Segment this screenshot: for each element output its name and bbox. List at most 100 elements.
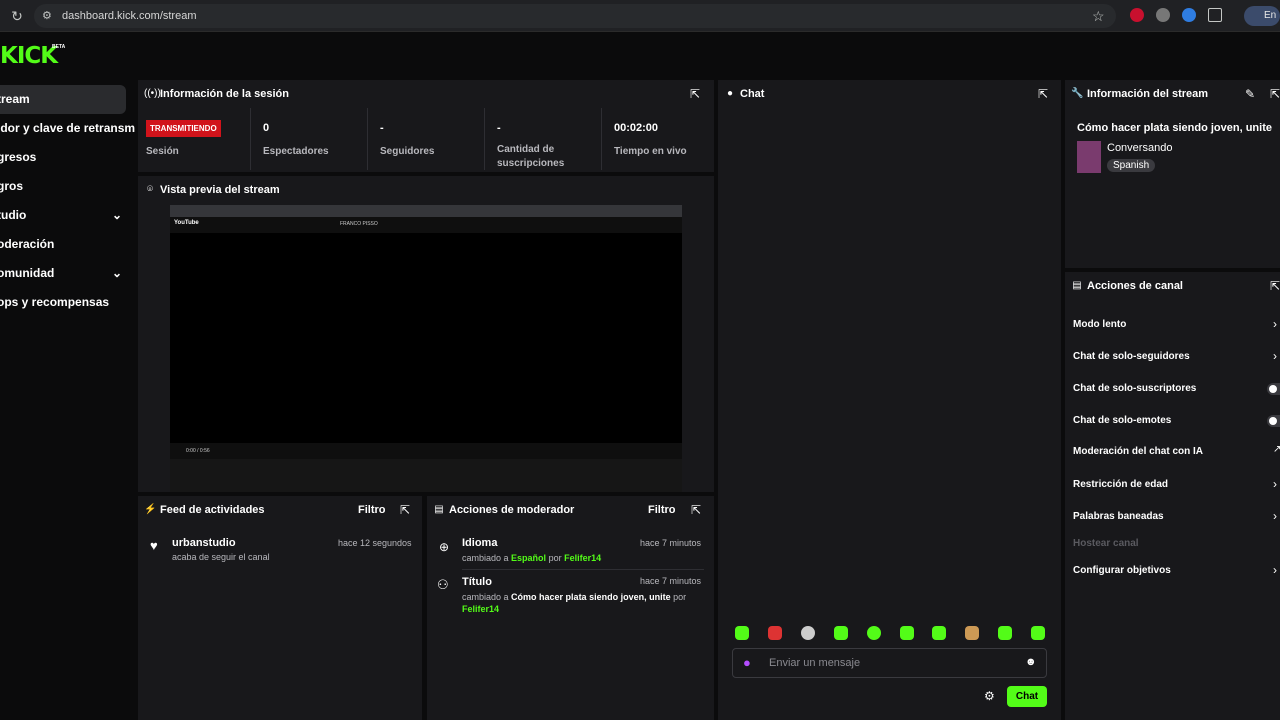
panel-title: Información de la sesión xyxy=(160,88,289,100)
feed-username[interactable]: urbanstudio xyxy=(172,537,236,549)
panel-title: Acciones de moderador xyxy=(449,504,575,516)
clipboard-icon: ▤ xyxy=(1072,280,1082,291)
popout-icon[interactable]: ⇱ xyxy=(1270,87,1280,101)
chat-placeholder: Enviar un mensaje xyxy=(769,657,861,669)
language-tag: Spanish xyxy=(1107,159,1156,172)
stream-preview-video[interactable]: YouTube FRANCO PISSO 0:00 / 0:56 xyxy=(170,205,682,492)
sidebar-item-studio[interactable]: tudio ⌄ xyxy=(0,201,126,230)
action-age-restriction[interactable]: Restricción de edad xyxy=(1073,479,1168,490)
stat-value: 0 xyxy=(263,122,270,134)
emote-icon[interactable] xyxy=(932,626,946,640)
chevron-right-icon[interactable]: › xyxy=(1273,563,1277,577)
emote-icon[interactable] xyxy=(998,626,1012,640)
emote-icon[interactable] xyxy=(735,626,749,640)
sidebar-item-label: idor y clave de retransm xyxy=(0,121,136,135)
live-badge: TRANSMITIENDO xyxy=(146,120,221,137)
stat-label: Tiempo en vivo xyxy=(614,146,687,157)
emote-icon[interactable] xyxy=(867,626,881,640)
profile-label: En xyxy=(1264,10,1277,21)
chevron-right-icon[interactable]: › xyxy=(1273,477,1277,491)
profile-button[interactable]: En xyxy=(1244,6,1280,26)
external-link-icon[interactable]: ↗ xyxy=(1273,444,1280,455)
subscribers-only-toggle[interactable] xyxy=(1267,383,1280,395)
pencil-icon[interactable]: ✎ xyxy=(1245,87,1255,101)
emote-icon[interactable] xyxy=(768,626,782,640)
mod-action-name: Idioma xyxy=(462,537,498,549)
send-chat-button[interactable]: Chat xyxy=(1007,686,1047,707)
moderator-actions-panel: ▤ Acciones de moderador Filtro ⇱ ⊕ Idiom… xyxy=(427,496,714,720)
emote-icon[interactable] xyxy=(834,626,848,640)
preview-icon: ⌾ xyxy=(147,184,153,195)
feed-description: acaba de seguir el canal xyxy=(172,552,270,562)
wrench-icon: 🔧 xyxy=(1071,88,1084,99)
popout-icon[interactable]: ⇱ xyxy=(1038,87,1048,101)
sidebar-item-income[interactable]: gresos xyxy=(0,143,126,172)
action-followers-only[interactable]: Chat de solo-seguidores xyxy=(1073,351,1190,362)
microphone-icon[interactable]: ● xyxy=(743,655,751,670)
gear-icon[interactable]: ⚙ xyxy=(984,689,995,703)
reload-icon[interactable]: ↻ xyxy=(8,7,26,25)
popout-icon[interactable]: ⇱ xyxy=(690,87,700,101)
sidebar-item-community[interactable]: omunidad ⌄ xyxy=(0,259,126,288)
action-banned-words[interactable]: Palabras baneadas xyxy=(1073,511,1164,522)
chat-message-input[interactable]: ● Enviar un mensaje ☻ xyxy=(732,648,1047,678)
sidebar-item-label: gresos xyxy=(0,150,37,164)
detail-user[interactable]: Felifer14 xyxy=(564,553,601,563)
bookmark-star-icon[interactable]: ☆ xyxy=(1092,7,1108,25)
sidebar-item-label: gros xyxy=(0,179,24,193)
address-bar[interactable]: ⚙ dashboard.kick.com/stream ☆ xyxy=(34,4,1116,28)
stream-title: Cómo hacer plata siendo joven, unite xyxy=(1077,122,1272,134)
sidebar-item-moderation[interactable]: oderación xyxy=(0,230,126,259)
activity-feed-panel: ⚡ Feed de actividades Filtro ⇱ ♥ urbanst… xyxy=(138,496,422,720)
live-time-stat: 00:02:00 Tiempo en vivo xyxy=(602,108,714,170)
preview-browser-bar xyxy=(170,205,682,217)
stream-category[interactable]: Conversando xyxy=(1107,142,1172,154)
category-thumbnail xyxy=(1077,141,1101,173)
sidebar-item-label: oderación xyxy=(0,237,55,251)
player-time: 0:00 / 0:56 xyxy=(186,448,210,454)
action-set-goals[interactable]: Configurar objetivos xyxy=(1073,565,1171,576)
action-ai-moderation[interactable]: Moderación del chat con IA xyxy=(1073,446,1203,457)
popout-icon[interactable]: ⇱ xyxy=(1270,279,1280,293)
beta-badge: BETA xyxy=(52,44,66,50)
emotes-only-toggle[interactable] xyxy=(1267,415,1280,427)
stat-value: - xyxy=(380,122,384,134)
action-emotes-only: Chat de solo-emotes xyxy=(1073,415,1172,426)
filter-button[interactable]: Filtro xyxy=(358,504,386,516)
sidebar-item-achievements[interactable]: gros xyxy=(0,172,126,201)
mod-action-detail: cambiado a Cómo hacer plata siendo joven… xyxy=(462,591,702,615)
extension-icon[interactable] xyxy=(1156,8,1170,22)
emote-icon[interactable] xyxy=(1031,626,1045,640)
extensions-puzzle-icon[interactable] xyxy=(1208,8,1222,22)
filter-button[interactable]: Filtro xyxy=(648,504,676,516)
session-stat: TRANSMITIENDO Sesión xyxy=(138,108,251,170)
stat-value: - xyxy=(497,122,501,134)
emote-icon[interactable] xyxy=(801,626,815,640)
detail-user[interactable]: Felifer14 xyxy=(462,604,499,614)
panel-title: Información del stream xyxy=(1087,88,1209,100)
chat-panel: ● Chat ⇱ xyxy=(718,80,1061,720)
popout-icon[interactable]: ⇱ xyxy=(400,503,410,517)
action-slow-mode[interactable]: Modo lento xyxy=(1073,319,1126,330)
sidebar-item-drops[interactable]: ops y recompensas xyxy=(0,288,126,317)
stat-label: Seguidores xyxy=(380,146,435,157)
bolt-icon: ⚡ xyxy=(144,504,157,515)
stat-label: Sesión xyxy=(146,146,179,157)
extension-icon[interactable] xyxy=(1182,8,1196,22)
chevron-right-icon[interactable]: › xyxy=(1273,317,1277,331)
chevron-right-icon[interactable]: › xyxy=(1273,509,1277,523)
emote-icon[interactable] xyxy=(965,626,979,640)
kick-logo[interactable]: KICK xyxy=(0,44,58,68)
emoji-icon[interactable]: ☻ xyxy=(1025,656,1037,668)
stat-label: Cantidad de suscripciones xyxy=(497,144,565,169)
site-info-icon[interactable]: ⚙ xyxy=(42,9,56,23)
extension-icon[interactable] xyxy=(1130,8,1144,22)
emote-icon[interactable] xyxy=(900,626,914,640)
chevron-right-icon[interactable]: › xyxy=(1273,349,1277,363)
popout-icon[interactable]: ⇱ xyxy=(691,503,701,517)
sidebar-item-stream[interactable]: tream xyxy=(0,85,126,114)
sidebar-item-server-key[interactable]: idor y clave de retransm xyxy=(0,114,140,143)
sidebar-item-label: tream xyxy=(0,92,30,106)
mod-action-name: Título xyxy=(462,576,492,588)
sidebar-item-label: tudio xyxy=(0,208,27,222)
